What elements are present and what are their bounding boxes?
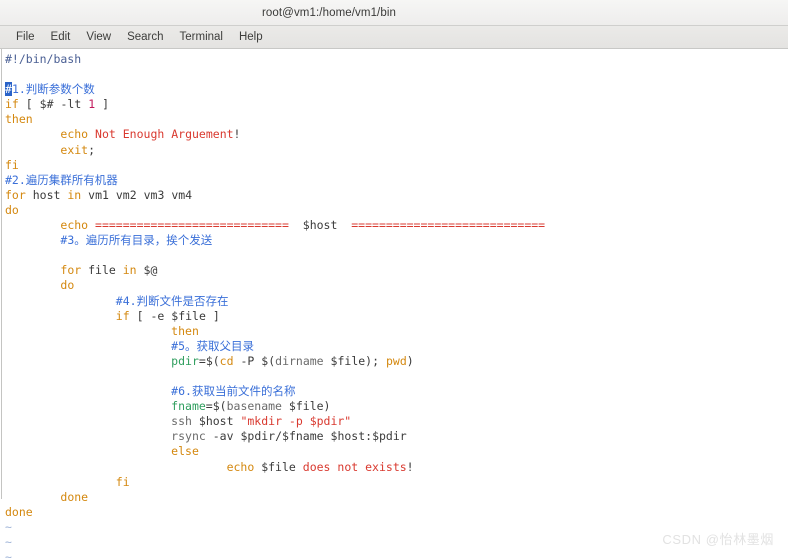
code-line: if [ $# -lt 1 ] (5, 97, 110, 112)
menu-item-edit[interactable]: Edit (43, 30, 79, 45)
code-line: #1.判断参数个数 (5, 82, 95, 97)
code-line: echo Not Enough Arguement! (60, 127, 241, 142)
code-line: if [ -e $file ] (115, 308, 220, 323)
vim-editor-buffer[interactable]: #!/bin/bash #1.判断参数个数 if [ $# -lt 1 ] then… (5, 52, 545, 558)
code-line: else (171, 444, 199, 459)
code-line: for file in $@ (60, 263, 158, 278)
code-line: do (5, 202, 19, 217)
code-line: pdir=$(cd -P $(dirname $file); pwd) (171, 353, 414, 368)
window-title: root@vm1:/home/vm1/bin (261, 6, 397, 19)
code-line: ~ (5, 550, 12, 558)
code-line: #3。遍历所有目录，挨个发送 (60, 233, 213, 248)
menu-item-file[interactable]: File (8, 30, 43, 45)
terminal-window: root@vm1:/home/vm1/bin File Edit View Se… (0, 0, 788, 558)
code-line: ~ (5, 535, 12, 549)
code-line: fi (115, 474, 130, 489)
code-line: rsync -av $pdir/$fname $host:$pdir (171, 429, 407, 444)
code-line: #2.遍历集群所有机器 (5, 172, 118, 187)
csdn-watermark: CSDN @怡林墨烟 (662, 532, 774, 547)
editor-left-border (1, 49, 2, 499)
menu-item-terminal[interactable]: Terminal (172, 30, 231, 45)
menu-item-help[interactable]: Help (231, 30, 271, 45)
terminal-screen[interactable]: #!/bin/bash #1.判断参数个数 if [ $# -lt 1 ] then… (0, 49, 788, 558)
code-line: #5。获取父目录 (171, 338, 255, 353)
code-line: ~ (5, 519, 12, 534)
code-line: fi (5, 157, 19, 172)
menu-item-view[interactable]: View (78, 30, 119, 45)
code-line: then (171, 323, 199, 338)
code-line: then (5, 112, 33, 127)
code-line: done (60, 489, 89, 504)
code-line: echo ============================ $host … (60, 218, 546, 233)
code-line: do (60, 278, 75, 293)
code-line: echo $file does not exists! (226, 459, 414, 474)
code-line: for host in vm1 vm2 vm3 vm4 (5, 187, 193, 202)
menu-bar: File Edit View Search Terminal Help (0, 26, 788, 49)
code-line: #6.获取当前文件的名称 (171, 384, 296, 399)
menu-item-search[interactable]: Search (119, 30, 171, 45)
code-line: fname=$(basename $file) (171, 399, 331, 414)
code-line: #!/bin/bash (5, 52, 82, 66)
code-line: exit; (60, 142, 96, 157)
code-line: done (5, 504, 33, 519)
code-line: ssh $host "mkdir -p $pdir" (171, 414, 352, 429)
code-line: #4.判断文件是否存在 (115, 293, 229, 308)
title-bar: root@vm1:/home/vm1/bin (0, 0, 788, 26)
